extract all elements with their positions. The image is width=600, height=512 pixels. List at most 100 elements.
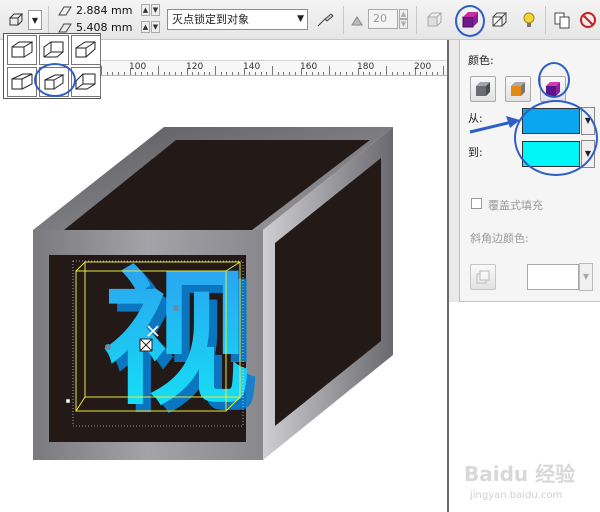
ruler-tick	[300, 69, 302, 75]
x-spin-up[interactable]: ▲	[141, 4, 150, 16]
ruler-label: 140	[243, 62, 261, 72]
ruler-tick	[294, 72, 296, 75]
ruler-tick	[306, 72, 308, 75]
drawing-canvas[interactable]: 视 视	[0, 76, 448, 512]
ruler-tick	[209, 72, 211, 75]
ruler-tick	[443, 66, 444, 75]
ruler-tick	[232, 72, 234, 75]
ruler-label: 160	[300, 62, 318, 72]
ruler-tick	[123, 72, 125, 75]
watermark-brand: Baidu 经验	[464, 462, 576, 486]
ruler-tick	[106, 72, 108, 75]
ruler-tick	[175, 72, 177, 75]
depth-field[interactable]: 20	[368, 9, 398, 29]
ruler-tick	[368, 72, 370, 75]
extrude-rotation-icon[interactable]	[425, 10, 445, 30]
ruler-tick	[186, 69, 188, 75]
ruler-tick	[391, 72, 393, 75]
color-label: 颜色:	[468, 54, 494, 67]
ruler-tick	[277, 72, 279, 75]
to-label: 到:	[468, 146, 483, 159]
bevel-copy-icon	[476, 270, 490, 284]
extrude-type-icon	[9, 13, 24, 26]
x-position-field[interactable]: 2.884 mm	[76, 4, 132, 17]
ruler-tick	[363, 72, 365, 75]
extrude-color-panel: 颜色: 从: ▼ 到: ▼ 覆盖式填充 斜角边颜色: ▼	[459, 40, 600, 302]
ruler-tick	[283, 72, 285, 75]
chevron-down-icon: ▼	[582, 272, 590, 281]
clear-extrude-icon[interactable]	[578, 10, 598, 30]
bevel-color-dropdown[interactable]: ▼	[579, 263, 593, 291]
ruler-tick	[169, 72, 171, 75]
ruler-tick	[431, 72, 433, 75]
ruler-tick	[403, 72, 405, 75]
lighting-icon[interactable]	[519, 10, 539, 30]
ruler-tick	[158, 66, 159, 75]
ruler-tick	[374, 72, 376, 75]
cube-orange-icon	[511, 82, 525, 96]
ruler-tick	[323, 72, 325, 75]
ruler-tick	[351, 72, 353, 75]
ruler-tick	[380, 72, 382, 75]
ruler-tick	[152, 72, 154, 75]
ruler-tick	[346, 72, 348, 75]
extrude-type-option-3[interactable]	[71, 35, 101, 65]
ruler-tick	[272, 66, 273, 75]
y-spin-up[interactable]: ▲	[141, 21, 150, 33]
ruler-tick	[243, 69, 245, 75]
cube-gray-icon	[476, 82, 490, 96]
copy-extrude-icon[interactable]	[552, 10, 572, 30]
bevel-color-swatch[interactable]	[527, 264, 579, 290]
ruler-tick	[408, 72, 410, 75]
ruler-tick	[215, 66, 216, 75]
use-solid-color-button[interactable]	[505, 76, 531, 102]
use-object-fill-button[interactable]	[470, 76, 496, 102]
ruler-label: 200	[414, 62, 432, 72]
ruler-label: 180	[357, 62, 375, 72]
bevel-use-extrude-color-button[interactable]	[470, 264, 496, 290]
extrude-type-option-4[interactable]	[7, 67, 37, 97]
ruler-tick	[140, 72, 142, 75]
ruler-tick	[329, 66, 330, 75]
depth-icon	[350, 12, 364, 28]
ruler-tick	[249, 72, 251, 75]
vanishing-point-select[interactable]: 灭点锁定到对象 ▼	[167, 9, 308, 30]
horizontal-ruler: 100 120 140 160 180 200	[100, 60, 450, 76]
extrude-type-dropdown[interactable]: ▼	[28, 10, 42, 30]
overprint-checkbox[interactable]	[471, 198, 482, 209]
vanishing-point-tool-icon[interactable]	[314, 10, 336, 30]
ruler-tick	[260, 72, 262, 75]
x-spin-down[interactable]: ▼	[151, 4, 160, 16]
panel-strip	[449, 40, 459, 302]
annotation-ring	[514, 100, 598, 176]
ruler-tick	[118, 72, 120, 75]
ruler-tick	[386, 66, 387, 75]
depth-spin-down[interactable]: ▼	[399, 19, 408, 29]
extrude-type-button[interactable]	[6, 9, 28, 31]
chevron-down-icon: ▼	[297, 14, 304, 24]
ruler-tick	[146, 72, 148, 75]
extrude-type-option-1[interactable]	[7, 35, 37, 65]
annotation-ring	[538, 62, 570, 98]
extrude-type-menu	[3, 33, 101, 99]
y-spin-down[interactable]: ▼	[151, 21, 160, 33]
extrude-type-option-2[interactable]	[39, 35, 69, 65]
ruler-tick	[220, 72, 222, 75]
ruler-tick	[289, 72, 291, 75]
ruler-tick	[226, 72, 228, 75]
annotation-ring	[455, 5, 485, 37]
ruler-tick	[180, 72, 182, 75]
annotation-ring	[34, 63, 76, 97]
ruler-tick	[135, 72, 137, 75]
extruded-cube: 视 视	[33, 127, 393, 460]
ruler-tick	[317, 72, 319, 75]
ruler-tick	[254, 72, 256, 75]
ruler-tick	[163, 72, 165, 75]
ruler-tick	[237, 72, 239, 75]
x-position-icon	[58, 4, 72, 18]
ruler-tick	[437, 72, 439, 75]
ruler-tick	[357, 69, 359, 75]
bevel-icon[interactable]	[489, 10, 509, 30]
depth-spin-up[interactable]: ▲	[399, 9, 408, 19]
ruler-tick	[334, 72, 336, 75]
